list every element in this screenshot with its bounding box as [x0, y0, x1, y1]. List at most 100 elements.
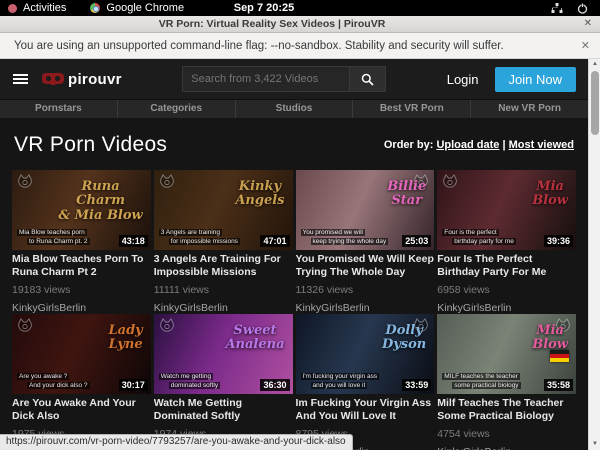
duration-badge: 36:30: [260, 379, 289, 391]
vr-goggles-icon: [42, 73, 64, 85]
video-studio-link[interactable]: KinkyGirlsBerlin: [154, 302, 293, 314]
thumbnail-caption: Four is the perfect birthday party for m…: [442, 228, 534, 246]
order-most-viewed-link[interactable]: Most viewed: [509, 139, 574, 151]
studio-watermark-icon: [159, 174, 175, 195]
network-icon[interactable]: [551, 3, 563, 14]
video-title[interactable]: Watch Me Getting Dominated Softly: [154, 397, 293, 423]
order-upload-date-link[interactable]: Upload date: [436, 139, 499, 151]
studio-watermark-icon: [159, 318, 175, 339]
thumbnail-overlay-title: Runa Charm & Mia Blow: [58, 180, 142, 223]
logo-text: pirouvr: [68, 71, 122, 88]
video-views: 6958 views: [437, 284, 576, 296]
nav-item-best-vr-porn[interactable]: Best VR Porn: [352, 100, 470, 118]
video-studio-link[interactable]: KinkyGirlsBerlin: [12, 302, 151, 314]
join-now-button[interactable]: Join Now: [495, 67, 576, 92]
video-thumbnail[interactable]: Dolly Dyson I'm fucking your virgin ass …: [296, 314, 435, 394]
video-thumbnail[interactable]: Runa Charm & Mia Blow Mia Blow teaches p…: [12, 170, 151, 250]
duration-badge: 43:18: [119, 235, 148, 247]
scrollbar-thumb[interactable]: [591, 71, 599, 135]
video-title[interactable]: Four Is The Perfect Birthday Party For M…: [437, 253, 576, 279]
video-studio-link[interactable]: KinkyGirlsBerlin: [437, 446, 576, 450]
video-views: 19183 views: [12, 284, 151, 296]
nav-item-pornstars[interactable]: Pornstars: [0, 100, 117, 118]
video-views: 11111 views: [154, 284, 293, 296]
video-card[interactable]: Sweet Analena Watch me getting dominated…: [154, 314, 293, 450]
nav-item-studios[interactable]: Studios: [235, 100, 353, 118]
infobar-close-icon[interactable]: ✕: [581, 39, 590, 52]
nav-item-categories[interactable]: Categories: [117, 100, 235, 118]
thumbnail-caption: Are you awake ? And your dick also ?: [17, 372, 109, 390]
site-logo[interactable]: pirouvr: [42, 71, 122, 88]
search-button[interactable]: [350, 66, 386, 92]
window-title: VR Porn: Virtual Reality Sex Videos | Pi…: [159, 18, 442, 30]
german-flag-icon: [550, 350, 569, 362]
video-card[interactable]: Dolly Dyson I'm fucking your virgin ass …: [296, 314, 435, 450]
vertical-scrollbar[interactable]: ▲ ▼: [588, 59, 600, 450]
chrome-icon: [90, 3, 100, 13]
video-card[interactable]: Mia Blow Four is the perfect birthday pa…: [437, 170, 576, 314]
login-link[interactable]: Login: [447, 72, 479, 87]
scroll-up-arrow-icon[interactable]: ▲: [589, 59, 600, 70]
video-card[interactable]: Lady Lyne Are you awake ? And your dick …: [12, 314, 151, 450]
activities-button[interactable]: Activities: [23, 2, 66, 14]
scroll-down-arrow-icon[interactable]: ▼: [589, 439, 600, 450]
video-thumbnail[interactable]: Billie Star You promised we will keep tr…: [296, 170, 435, 250]
video-title[interactable]: Are You Awake And Your Dick Also: [12, 397, 151, 423]
order-separator: |: [502, 139, 505, 151]
video-title[interactable]: Im Fucking Your Virgin Ass And You Will …: [296, 397, 435, 423]
thumbnail-caption: 3 Angels are training for impossible mis…: [159, 228, 251, 246]
site-header: pirouvr Login Join Now: [0, 59, 588, 99]
studio-watermark-icon: [17, 174, 33, 195]
video-card[interactable]: Kinky Angels 3 Angels are training for i…: [154, 170, 293, 314]
thumbnail-overlay-title: Billie Star: [387, 180, 426, 209]
video-thumbnail[interactable]: Lady Lyne Are you awake ? And your dick …: [12, 314, 151, 394]
video-title[interactable]: You Promised We Will Keep Trying The Who…: [296, 253, 435, 279]
thumbnail-caption: You promised we will keep trying the who…: [301, 228, 393, 246]
video-views: 11326 views: [296, 284, 435, 296]
thumbnail-caption: Watch me getting dominated softly: [159, 372, 251, 390]
video-title[interactable]: Milf Teaches The Teacher Some Practical …: [437, 397, 576, 423]
duration-badge: 47:01: [260, 235, 289, 247]
thumbnail-overlay-title: Sweet Analena: [225, 324, 284, 353]
duration-badge: 33:59: [402, 379, 431, 391]
video-title[interactable]: 3 Angels Are Training For Impossible Mis…: [154, 253, 293, 279]
link-preview-statusbar: https://pirouvr.com/vr-porn-video/779325…: [0, 434, 353, 450]
thumbnail-caption: I'm fucking your virgin ass and you will…: [301, 372, 393, 390]
power-icon[interactable]: [577, 3, 588, 14]
video-thumbnail[interactable]: Sweet Analena Watch me getting dominated…: [154, 314, 293, 394]
nav-item-new-vr-porn[interactable]: New VR Porn: [470, 100, 588, 118]
video-thumbnail[interactable]: Mia Blow Four is the perfect birthday pa…: [437, 170, 576, 250]
window-titlebar[interactable]: VR Porn: Virtual Reality Sex Videos | Pi…: [0, 16, 600, 33]
page-title: VR Porn Videos: [14, 133, 167, 157]
video-thumbnail[interactable]: Kinky Angels 3 Angels are training for i…: [154, 170, 293, 250]
video-studio-link[interactable]: KinkyGirlsBerlin: [437, 302, 576, 314]
system-top-bar: Activities Google Chrome Sep 7 20:25: [0, 0, 600, 16]
duration-badge: 25:03: [402, 235, 431, 247]
menu-hamburger-icon[interactable]: [13, 72, 28, 86]
clock[interactable]: Sep 7 20:25: [234, 2, 295, 14]
video-thumbnail[interactable]: Mia Blow MILF teaches the teacher some p…: [437, 314, 576, 394]
main-nav: PornstarsCategoriesStudiosBest VR PornNe…: [0, 99, 588, 118]
focused-app-menu[interactable]: Google Chrome: [106, 2, 184, 14]
notification-dot-icon: [8, 4, 17, 13]
studio-watermark-icon: [442, 174, 458, 195]
search-input[interactable]: [182, 66, 350, 92]
video-card[interactable]: Billie Star You promised we will keep tr…: [296, 170, 435, 314]
video-studio-link[interactable]: KinkyGirlsBerlin: [296, 302, 435, 314]
video-card[interactable]: Mia Blow MILF teaches the teacher some p…: [437, 314, 576, 450]
thumbnail-overlay-title: Lady Lyne: [109, 324, 143, 353]
order-by: Order by: Upload date | Most viewed: [384, 139, 574, 151]
studio-watermark-icon: [17, 318, 33, 339]
chrome-infobar: You are using an unsupported command-lin…: [0, 33, 600, 59]
video-title[interactable]: Mia Blow Teaches Porn To Runa Charm Pt 2: [12, 253, 151, 279]
window-close-button[interactable]: ✕: [584, 18, 592, 29]
thumbnail-caption: MILF teaches the teacher some practical …: [442, 372, 534, 390]
thumbnail-overlay-title: Kinky Angels: [235, 180, 284, 209]
video-card[interactable]: Runa Charm & Mia Blow Mia Blow teaches p…: [12, 170, 151, 314]
duration-badge: 39:36: [544, 235, 573, 247]
search-icon: [361, 73, 374, 86]
thumbnail-overlay-title: Mia Blow: [532, 180, 568, 209]
thumbnail-overlay-title: Mia Blow: [532, 324, 568, 353]
browser-viewport: pirouvr Login Join Now PornstarsCategori…: [0, 59, 588, 450]
video-grid: Runa Charm & Mia Blow Mia Blow teaches p…: [12, 170, 576, 450]
